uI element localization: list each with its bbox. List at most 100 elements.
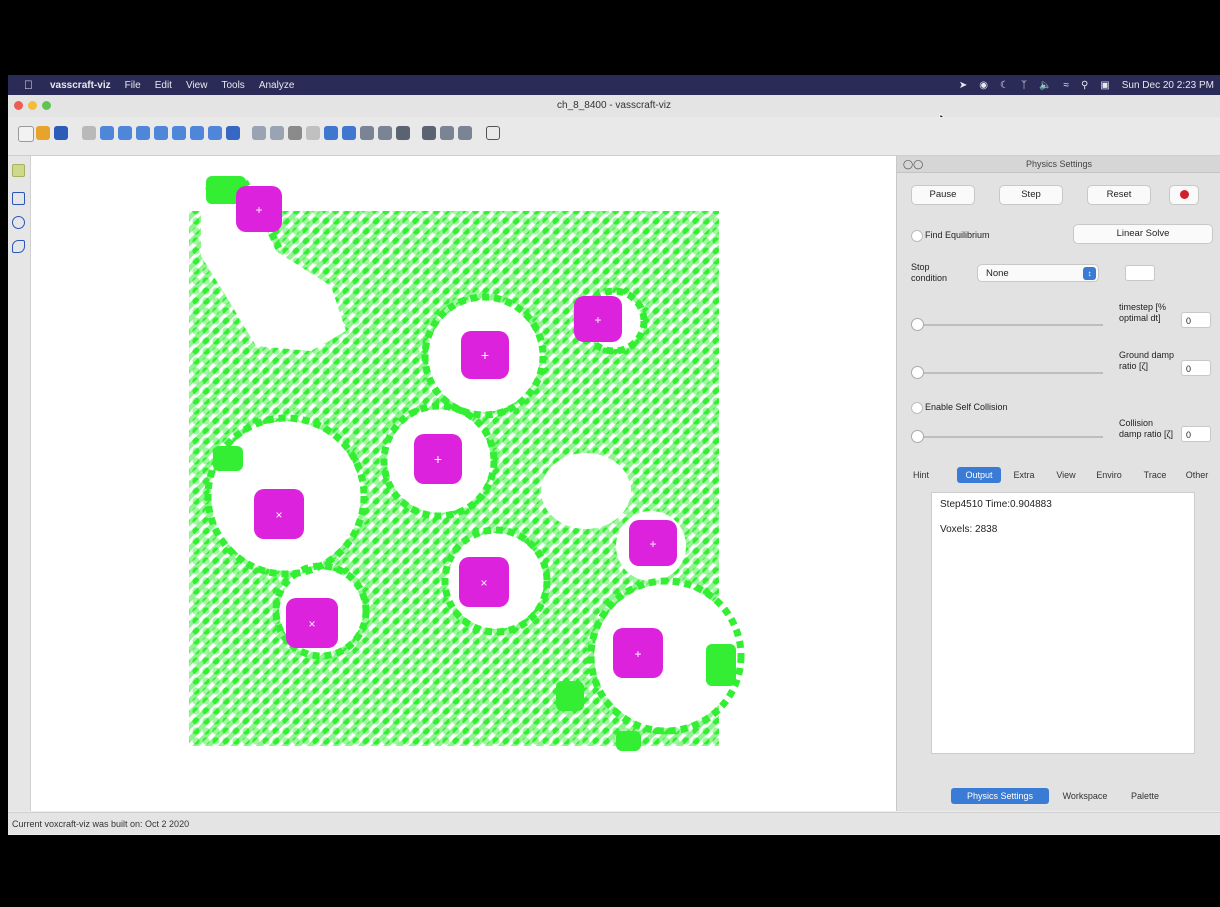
- ground-damp-slider-track[interactable]: [913, 372, 1103, 374]
- grid-tool-icon[interactable]: [252, 126, 266, 140]
- rect-select-icon[interactable]: [12, 192, 25, 205]
- menu-view[interactable]: View: [186, 80, 208, 91]
- chevron-updown-icon: ↕: [1083, 267, 1096, 280]
- svg-text:+: +: [649, 537, 656, 551]
- menu-file[interactable]: File: [125, 80, 141, 91]
- menu-edit[interactable]: Edit: [155, 80, 172, 91]
- pause-button[interactable]: Pause: [911, 185, 975, 205]
- timestep-slider-knob[interactable]: [911, 318, 924, 331]
- record-button[interactable]: [1169, 185, 1199, 205]
- panel-tabs: Hint Output Extra View Enviro Trace Othe…: [897, 467, 1220, 485]
- fullscreen-icon[interactable]: [486, 126, 500, 140]
- pointer-tool-icon[interactable]: [12, 164, 25, 177]
- stop-condition-select[interactable]: None ↕: [977, 264, 1099, 282]
- voxel-scene[interactable]: + + + + × + × × +: [31, 156, 896, 811]
- tab-trace[interactable]: Trace: [1135, 467, 1175, 483]
- app-window: ch_8_8400 - vasscraft-viz + + + + × + × …: [8, 95, 1220, 835]
- ellipse-select-icon[interactable]: [12, 216, 25, 229]
- copy-tool-icon[interactable]: [360, 126, 374, 140]
- reset-button[interactable]: Reset: [1087, 185, 1151, 205]
- actuator-blob: +: [236, 186, 282, 232]
- tab-extra[interactable]: Extra: [1005, 467, 1043, 483]
- search-icon[interactable]: ⚲: [1081, 80, 1088, 91]
- timestep-slider-track[interactable]: [913, 324, 1103, 326]
- physics-settings-panel: ◯◯ Physics Settings Pause Step Reset Fin…: [896, 156, 1220, 811]
- step-button[interactable]: Step: [999, 185, 1063, 205]
- ground-damp-field[interactable]: 0: [1181, 360, 1211, 376]
- tab-other[interactable]: Other: [1179, 467, 1215, 483]
- self-collision-checkbox[interactable]: [911, 402, 923, 414]
- stop-condition-field[interactable]: [1125, 265, 1155, 281]
- apple-icon[interactable]: : [24, 78, 33, 92]
- view-tool-8-icon[interactable]: [226, 126, 240, 140]
- paste-tool-icon[interactable]: [378, 126, 392, 140]
- screen:  vasscraft-viz File Edit View Tools Ana…: [8, 0, 1220, 907]
- view-tool-1-icon[interactable]: [100, 126, 114, 140]
- tab-palette[interactable]: Palette: [1123, 788, 1167, 804]
- pencil-tool-icon[interactable]: [306, 126, 320, 140]
- mirror-tool-icon[interactable]: [396, 126, 410, 140]
- collision-damp-slider-track[interactable]: [913, 436, 1103, 438]
- layers-tool-icon[interactable]: [270, 126, 284, 140]
- find-equilibrium-checkbox[interactable]: [911, 230, 923, 242]
- svg-text:×: ×: [480, 576, 487, 590]
- panel-float-icon[interactable]: ◯◯: [903, 156, 923, 172]
- view-tool-5-icon[interactable]: [172, 126, 186, 140]
- collision-damp-slider-knob[interactable]: [911, 430, 924, 443]
- new-file-icon[interactable]: [18, 126, 34, 142]
- physics-tool-icon[interactable]: [422, 126, 436, 140]
- toolbar: [8, 117, 1220, 156]
- view-tool-6-icon[interactable]: [190, 126, 204, 140]
- tab-enviro[interactable]: Enviro: [1087, 467, 1131, 483]
- ground-damp-slider-knob[interactable]: [911, 366, 924, 379]
- panel-title: ◯◯ Physics Settings: [897, 156, 1220, 173]
- self-collision-label: Enable Self Collision: [925, 402, 1008, 412]
- clock[interactable]: Sun Dec 20 2:23 PM: [1122, 80, 1214, 91]
- menu-app-name[interactable]: vasscraft-viz: [50, 80, 111, 91]
- view-tool-3-icon[interactable]: [136, 126, 150, 140]
- pen-tool-icon[interactable]: [288, 126, 302, 140]
- tab-hint[interactable]: Hint: [903, 467, 939, 483]
- timestep-field[interactable]: 0: [1181, 312, 1211, 328]
- status-text: Current voxcraft-viz was built on: Oct 2…: [12, 819, 190, 829]
- find-equilibrium-label: Find Equilibrium: [925, 230, 990, 240]
- output-textbox[interactable]: Step4510 Time:0.904883 Voxels: 2838: [931, 492, 1195, 754]
- actuator-blob: +: [613, 628, 663, 678]
- record-icon[interactable]: ◉: [979, 80, 988, 91]
- tab-view[interactable]: View: [1049, 467, 1083, 483]
- location-icon[interactable]: ➤: [959, 80, 967, 91]
- linear-solve-button[interactable]: Linear Solve: [1073, 224, 1213, 244]
- display-icon[interactable]: ▣: [1100, 80, 1109, 91]
- tab-output[interactable]: Output: [957, 467, 1001, 483]
- tab-workspace[interactable]: Workspace: [1057, 788, 1113, 804]
- settings-tool-icon[interactable]: [458, 126, 472, 140]
- menu-analyze[interactable]: Analyze: [259, 80, 295, 91]
- svg-text:×: ×: [308, 617, 315, 631]
- fill-tool-icon[interactable]: [324, 126, 338, 140]
- volume-icon[interactable]: 🔈: [1039, 80, 1051, 91]
- view-tool-2-icon[interactable]: [118, 126, 132, 140]
- svg-text:+: +: [481, 347, 489, 363]
- rotate-view-icon[interactable]: [12, 240, 25, 253]
- select-tool-icon[interactable]: [342, 126, 356, 140]
- zoom-tool-icon[interactable]: [82, 126, 96, 140]
- open-folder-icon[interactable]: [36, 126, 50, 140]
- system-menubar:  vasscraft-viz File Edit View Tools Ana…: [8, 75, 1220, 95]
- stop-condition-label: Stop condition: [911, 262, 948, 283]
- moon-icon[interactable]: ☾: [1000, 80, 1009, 91]
- simulation-viewport[interactable]: + + + + × + × × +: [31, 156, 896, 811]
- bluetooth-icon[interactable]: ᛉ: [1021, 80, 1027, 91]
- actuator-blob: +: [461, 331, 509, 379]
- window-titlebar: ch_8_8400 - vasscraft-viz: [8, 95, 1220, 127]
- status-bar: Current voxcraft-viz was built on: Oct 2…: [8, 812, 1220, 834]
- tab-physics-settings[interactable]: Physics Settings: [951, 788, 1049, 804]
- output-line-voxels: Voxels: 2838: [940, 524, 998, 535]
- wifi-icon[interactable]: ≈: [1063, 80, 1069, 91]
- panel-bottom-tabs: Physics Settings Workspace Palette: [897, 788, 1220, 806]
- collision-damp-field[interactable]: 0: [1181, 426, 1211, 442]
- export-tool-icon[interactable]: [440, 126, 454, 140]
- view-tool-4-icon[interactable]: [154, 126, 168, 140]
- view-tool-7-icon[interactable]: [208, 126, 222, 140]
- save-icon[interactable]: [54, 126, 68, 140]
- menu-tools[interactable]: Tools: [221, 80, 244, 91]
